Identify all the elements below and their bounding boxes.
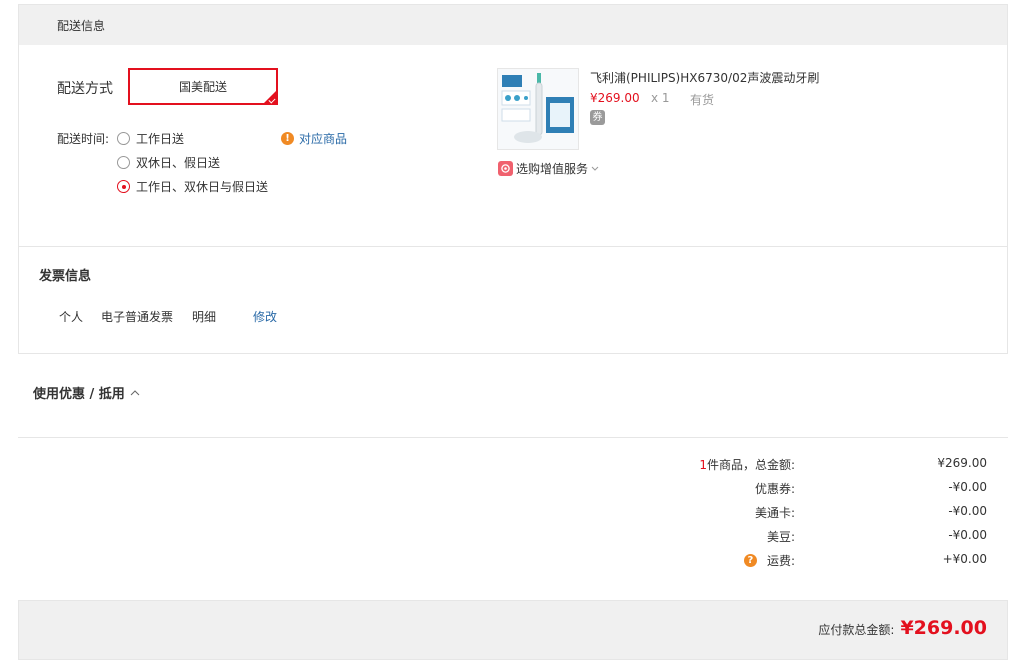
question-icon[interactable]: ? [743, 554, 757, 567]
delivery-time-option-label: 双休日、假日送 [136, 156, 221, 170]
product-image[interactable] [497, 68, 579, 150]
radio-button[interactable] [117, 132, 130, 145]
invoice-title: 发票信息 [39, 269, 92, 284]
coupon-tag-icon: 券 [590, 110, 605, 125]
summary-coupon-value: -¥0.00 [948, 480, 987, 494]
payable-total-label: 应付款总金额: [818, 623, 895, 637]
invoice-edit-link[interactable]: 修改 [253, 308, 277, 325]
value-added-service[interactable]: 选购增值服务 [498, 160, 599, 177]
invoice-section [18, 247, 1008, 354]
delivery-time-option-label: 工作日送 [136, 132, 185, 146]
delivery-time-option-label: 工作日、双休日与假日送 [136, 180, 269, 194]
summary-coupon-label: 优惠券: [754, 482, 795, 496]
delivery-header [19, 5, 1007, 45]
delivery-time-option-workday[interactable]: 工作日送 [117, 130, 184, 147]
summary-divider [18, 437, 1008, 438]
invoice-kind: 电子普通发票 [101, 310, 174, 324]
summary-meitong-value: -¥0.00 [948, 504, 987, 518]
summary-shipping-value: +¥0.00 [942, 552, 987, 566]
delivery-time-option-weekend[interactable]: 双休日、假日送 [117, 154, 220, 171]
product-price: ¥269.00 [590, 91, 640, 105]
toothbrush-image-icon [498, 69, 578, 149]
summary-shipping: ? 运费: [743, 552, 795, 569]
payable-total-value: ¥269.00 [900, 617, 987, 639]
chevron-down-icon[interactable] [591, 166, 599, 172]
summary-items-suffix: 件商品，总金额: [706, 458, 795, 472]
product-name[interactable]: 飞利浦(PHILIPS)HX6730/02声波震动牙刷 [590, 69, 819, 86]
summary-items-label: 1件商品，总金额: [699, 456, 795, 473]
delivery-header-title: 配送信息 [57, 19, 106, 33]
gift-service-icon [498, 161, 513, 176]
product-stock-status: 有货 [690, 93, 715, 107]
coupons-toggle[interactable]: 使用优惠 / 抵用 [33, 383, 140, 402]
summary-total-amount: ¥269.00 [937, 456, 987, 470]
invoice-detail: 明细 [192, 310, 217, 324]
related-products-link[interactable]: 对应商品 [299, 130, 347, 147]
chevron-up-icon[interactable] [130, 389, 140, 396]
delivery-method-option[interactable]: 国美配送 [128, 68, 278, 105]
payable-total: 应付款总金额: ¥269.00 [818, 617, 987, 639]
related-products[interactable]: ! 对应商品 [281, 130, 347, 147]
radio-button-selected[interactable] [117, 180, 130, 193]
radio-button[interactable] [117, 156, 130, 169]
value-added-service-label[interactable]: 选购增值服务 [516, 160, 588, 177]
coupons-title: 使用优惠 / 抵用 [33, 387, 125, 402]
summary-meitong-label: 美通卡: [754, 506, 795, 520]
delivery-method-value: 国美配送 [178, 80, 227, 94]
summary-shipping-label: 运费: [766, 554, 795, 568]
warning-icon: ! [281, 132, 294, 145]
delivery-time-label: 配送时间: [57, 132, 110, 146]
summary-beans-label: 美豆: [766, 530, 795, 544]
product-quantity: x 1 [651, 91, 670, 105]
delivery-time-option-all[interactable]: 工作日、双休日与假日送 [117, 178, 268, 195]
summary-beans-value: -¥0.00 [948, 528, 987, 542]
summary-item-count: 1 [699, 458, 707, 472]
delivery-method-label: 配送方式 [57, 81, 113, 97]
invoice-type: 个人 [59, 310, 84, 324]
